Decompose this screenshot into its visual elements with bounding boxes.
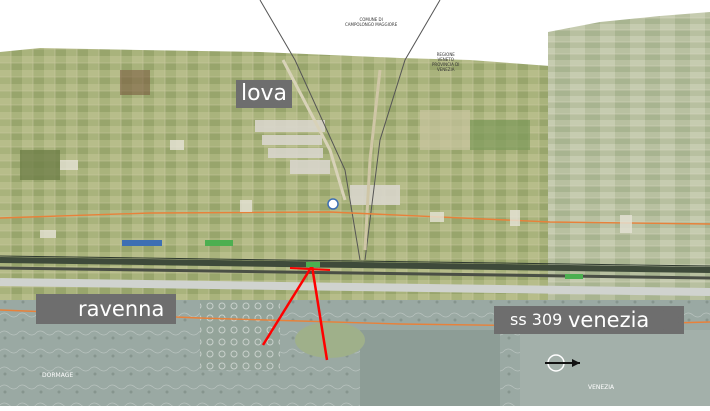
comune-annotation: COMUNE DI CAMPOLONGO MAGGIORE xyxy=(345,17,398,27)
junction-marker-icon xyxy=(327,198,339,210)
label-venezia: ss 309 venezia xyxy=(494,306,684,334)
map-canvas xyxy=(0,0,710,406)
label-road-ss309: ss 309 xyxy=(510,310,563,329)
label-lova: lova xyxy=(236,80,292,108)
regione-annotation: REGIONE VENETO PROVINCIA DI VENEZIA xyxy=(432,52,460,72)
aerial-map[interactable]: COMUNE DI CAMPOLONGO MAGGIORE REGIONE VE… xyxy=(0,0,710,406)
label-venezia-text: venezia xyxy=(568,308,650,332)
label-ravenna: ravenna xyxy=(36,294,176,324)
bottom-left-annotation: DORMAGE xyxy=(42,372,74,379)
label-ravenna-text: ravenna xyxy=(78,297,165,321)
bottom-right-annotation: VENEZIA xyxy=(588,384,615,391)
